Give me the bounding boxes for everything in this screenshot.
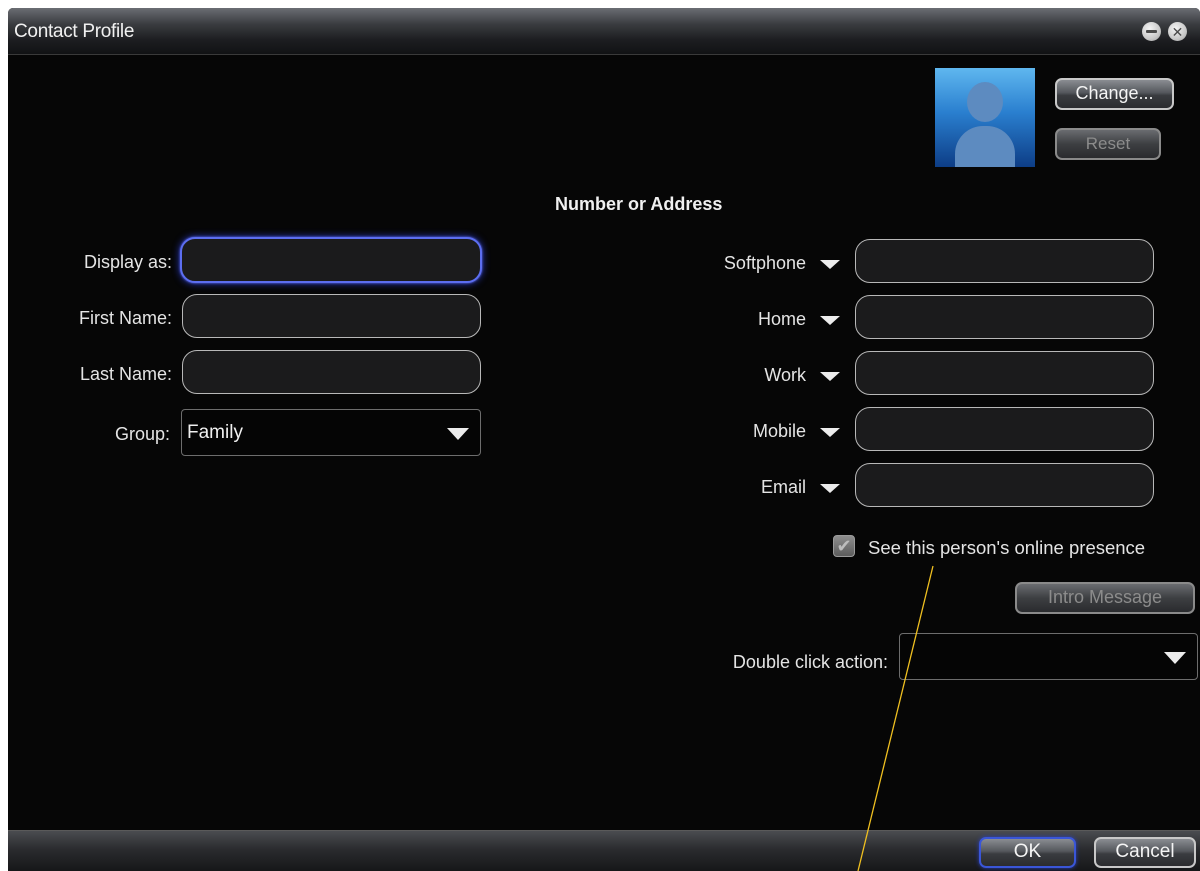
display-as-label: Display as: <box>83 252 172 272</box>
address-type-dropdown-icon[interactable] <box>820 428 840 437</box>
avatar-head-icon <box>967 82 1003 122</box>
minimize-button[interactable] <box>1142 22 1161 41</box>
first-name-label: First Name: <box>78 308 172 328</box>
close-icon: ✕ <box>1171 23 1184 40</box>
cancel-button[interactable]: Cancel <box>1094 837 1196 868</box>
address-type-label-work[interactable]: Work <box>648 365 806 386</box>
work-field[interactable] <box>855 351 1154 395</box>
minimize-icon <box>1146 30 1157 33</box>
presence-label: See this person's online presence <box>868 537 1146 558</box>
checkmark-icon: ✔ <box>836 536 852 556</box>
email-field[interactable] <box>855 463 1154 507</box>
address-type-label-email[interactable]: Email <box>648 477 806 498</box>
group-selected-value: Family <box>187 422 243 443</box>
group-label: Group: <box>114 424 170 444</box>
avatar-body-icon <box>955 126 1015 167</box>
last-name-field[interactable] <box>182 350 481 394</box>
number-or-address-heading: Number or Address <box>555 194 723 214</box>
address-type-dropdown-icon[interactable] <box>820 260 840 269</box>
chevron-down-icon <box>1164 652 1186 664</box>
close-button[interactable]: ✕ <box>1168 22 1187 41</box>
presence-checkbox[interactable]: ✔ <box>833 535 855 557</box>
chevron-down-icon <box>447 428 469 440</box>
reset-photo-button[interactable]: Reset <box>1055 128 1161 160</box>
last-name-label: Last Name: <box>79 364 172 384</box>
softphone-field[interactable] <box>855 239 1154 283</box>
address-type-label-mobile[interactable]: Mobile <box>648 421 806 442</box>
address-type-dropdown-icon[interactable] <box>820 316 840 325</box>
contact-profile-window: Contact Profile ✕ Change... Reset Displa… <box>8 8 1200 871</box>
address-type-label-home[interactable]: Home <box>648 309 806 330</box>
title-bar[interactable]: Contact Profile ✕ <box>8 8 1200 55</box>
contact-photo <box>935 68 1035 167</box>
ok-button[interactable]: OK <box>979 837 1076 868</box>
address-type-dropdown-icon[interactable] <box>820 484 840 493</box>
dialog-footer: OK Cancel <box>8 830 1200 871</box>
address-type-dropdown-icon[interactable] <box>820 372 840 381</box>
group-select[interactable]: Family <box>181 409 481 456</box>
intro-message-button[interactable]: Intro Message <box>1015 582 1195 614</box>
double-click-action-label: Double click action: <box>732 652 888 672</box>
display-as-field[interactable] <box>180 237 482 283</box>
window-title: Contact Profile <box>14 21 135 42</box>
mobile-field[interactable] <box>855 407 1154 451</box>
change-photo-button[interactable]: Change... <box>1055 78 1174 110</box>
first-name-field[interactable] <box>182 294 481 338</box>
home-field[interactable] <box>855 295 1154 339</box>
address-type-label-softphone[interactable]: Softphone <box>648 253 806 274</box>
double-click-action-select[interactable] <box>899 633 1198 680</box>
